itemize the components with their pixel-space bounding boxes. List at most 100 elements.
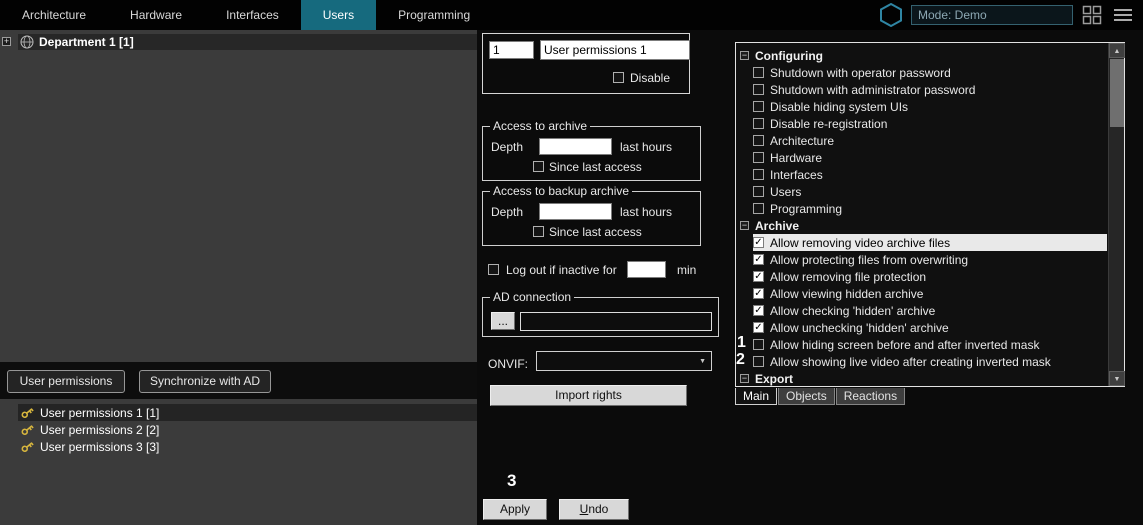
id-input[interactable]: [489, 41, 534, 59]
rights-item-disable-hiding-system-uis: Disable hiding system UIs: [736, 98, 1107, 115]
checkbox-shutdown-with-administrator-password[interactable]: [753, 84, 764, 95]
rights-item-body[interactable]: Allow hiding screen before and after inv…: [753, 336, 1107, 353]
backup-since-last-access-checkbox[interactable]: [533, 226, 544, 237]
rights-item-body[interactable]: ✓Allow checking 'hidden' archive: [753, 302, 1107, 319]
checkbox-allow-checking-hidden-archive[interactable]: ✓: [753, 305, 764, 316]
rights-item-body[interactable]: Disable re-registration: [753, 115, 1107, 132]
archive-depth-input[interactable]: [539, 138, 612, 155]
rights-item-label: Hardware: [770, 151, 822, 165]
checkbox-allow-viewing-hidden-archive[interactable]: ✓: [753, 288, 764, 299]
tab-main[interactable]: Main: [735, 388, 777, 405]
rights-item-label: Allow protecting files from overwriting: [770, 253, 968, 267]
logout-minutes-input[interactable]: [627, 261, 666, 278]
rights-item-body[interactable]: Interfaces: [753, 166, 1107, 183]
checkbox-programming[interactable]: [753, 203, 764, 214]
rights-item-allow-viewing-hidden-archive: ✓Allow viewing hidden archive: [736, 285, 1107, 302]
checkbox-interfaces[interactable]: [753, 169, 764, 180]
ad-connection-input[interactable]: [520, 312, 712, 331]
checkbox-allow-removing-file-protection[interactable]: ✓: [753, 271, 764, 282]
rights-item-body[interactable]: Shutdown with administrator password: [753, 81, 1107, 98]
disable-checkbox[interactable]: [613, 72, 624, 83]
rights-item-body[interactable]: ✓ Allow protecting files from overwriting: [753, 251, 1107, 268]
logout-inactive-checkbox[interactable]: [488, 264, 499, 275]
checkbox-disable-re-registration[interactable]: [753, 118, 764, 129]
tab-objects[interactable]: Objects: [778, 388, 835, 405]
rights-item-body[interactable]: ✓Allow viewing hidden archive: [753, 285, 1107, 302]
checkbox-hardware[interactable]: [753, 152, 764, 163]
hamburger-menu-icon[interactable]: [1111, 8, 1133, 22]
name-input[interactable]: [540, 40, 690, 60]
synchronize-with-ad-button[interactable]: Synchronize with AD: [139, 370, 271, 393]
tree-expand-icon[interactable]: +: [2, 37, 11, 46]
checkbox-allow-hiding-screen-before-and-after-inverted-mask[interactable]: [753, 339, 764, 350]
rights-item-label: Allow removing video archive files: [770, 236, 950, 250]
tab-hardware[interactable]: Hardware: [108, 0, 204, 30]
collapse-icon[interactable]: −: [740, 51, 749, 60]
collapse-icon[interactable]: −: [740, 221, 749, 230]
tab-reactions[interactable]: Reactions: [836, 388, 905, 405]
since-last-access-label: Since last access: [549, 160, 642, 174]
user-permissions-button[interactable]: User permissions: [7, 370, 125, 393]
rights-item-label: Interfaces: [770, 168, 823, 182]
rights-item-body[interactable]: Programming: [753, 200, 1107, 217]
list-item-label: User permissions 1 [1]: [40, 406, 159, 420]
rights-item-body[interactable]: Hardware: [753, 149, 1107, 166]
list-item-user-permissions-3-3[interactable]: User permissions 3 [3]: [18, 438, 477, 455]
rights-item-allow-hiding-screen-before-and-after-inverted-mask: Allow hiding screen before and after inv…: [736, 336, 1107, 353]
department-item[interactable]: Department 1 [1]: [18, 34, 477, 50]
rights-item-body[interactable]: Users: [753, 183, 1107, 200]
rights-item-body[interactable]: Architecture: [753, 132, 1107, 149]
key-icon: [20, 439, 35, 454]
rights-item-label: Architecture: [770, 134, 834, 148]
checkbox-allow-unchecking-hidden-archive[interactable]: ✓: [753, 322, 764, 333]
archive-since-last-access-checkbox[interactable]: [533, 161, 544, 172]
rights-group-archive: −Archive: [736, 217, 1107, 234]
rights-item-allow-protecting-files-from-overwriting: ✓ Allow protecting files from overwriting: [736, 251, 1107, 268]
rights-item-interfaces: Interfaces: [736, 166, 1107, 183]
checkbox-allow-removing-video-archive-files[interactable]: ✓: [753, 237, 764, 248]
list-item-label: User permissions 3 [3]: [40, 440, 159, 454]
tab-architecture[interactable]: Architecture: [0, 0, 108, 30]
department-tree-row[interactable]: + Department 1 [1]: [0, 34, 477, 50]
rights-item-body[interactable]: ✓ Allow removing video archive files: [753, 234, 1107, 251]
checkbox-allow-showing-live-video-after-creating-inverted-mask[interactable]: [753, 356, 764, 367]
rights-item-body[interactable]: ✓ Allow unchecking 'hidden' archive: [753, 319, 1107, 336]
list-item-user-permissions-1-1[interactable]: User permissions 1 [1]: [18, 404, 477, 421]
scrollbar[interactable]: ▲ ▼: [1108, 43, 1124, 386]
rights-item-body[interactable]: ✓Allow removing file protection: [753, 268, 1107, 285]
tab-users[interactable]: Users: [301, 0, 376, 30]
annotation-2: 2: [736, 351, 745, 368]
rights-item-allow-checking-hidden-archive: ✓Allow checking 'hidden' archive: [736, 302, 1107, 319]
browse-button[interactable]: ...: [491, 312, 515, 330]
rights-item-hardware: Hardware: [736, 149, 1107, 166]
backup-depth-input[interactable]: [539, 203, 612, 220]
rights-item-architecture: Architecture: [736, 132, 1107, 149]
apply-button[interactable]: Apply: [483, 499, 547, 520]
tab-programming[interactable]: Programming: [376, 0, 492, 30]
screens-grid-icon[interactable]: [1082, 5, 1102, 25]
onvif-dropdown[interactable]: ▼: [536, 351, 712, 371]
rights-item-label: Allow unchecking 'hidden' archive: [770, 321, 949, 335]
checkbox-architecture[interactable]: [753, 135, 764, 146]
scroll-down-icon[interactable]: ▼: [1109, 371, 1125, 386]
checkbox-allow-protecting-files-from-overwriting[interactable]: ✓: [753, 254, 764, 265]
rights-item-body[interactable]: Allow showing live video after creating …: [753, 353, 1107, 370]
undo-button[interactable]: Undo: [559, 499, 629, 520]
user-permissions-list: User permissions 1 [1]User permissions 2…: [0, 399, 477, 525]
rights-item-label: Shutdown with operator password: [770, 66, 951, 80]
checkbox-users[interactable]: [753, 186, 764, 197]
import-rights-button[interactable]: Import rights: [490, 385, 687, 406]
annotation-3: 3: [507, 472, 516, 489]
scroll-up-icon[interactable]: ▲: [1109, 43, 1125, 58]
checkbox-shutdown-with-operator-password[interactable]: [753, 67, 764, 78]
ad-connection-title: AD connection: [490, 290, 574, 304]
list-item-user-permissions-2-2[interactable]: User permissions 2 [2]: [18, 421, 477, 438]
checkbox-disable-hiding-system-uis[interactable]: [753, 101, 764, 112]
tab-interfaces[interactable]: Interfaces: [204, 0, 301, 30]
collapse-icon[interactable]: −: [740, 374, 749, 383]
rights-item-body[interactable]: Shutdown with operator password: [753, 64, 1107, 81]
rights-tabs: MainObjectsReactions: [735, 388, 906, 405]
department-label: Department 1 [1]: [39, 35, 134, 49]
scroll-thumb[interactable]: [1110, 59, 1124, 127]
rights-item-body[interactable]: Disable hiding system UIs: [753, 98, 1107, 115]
